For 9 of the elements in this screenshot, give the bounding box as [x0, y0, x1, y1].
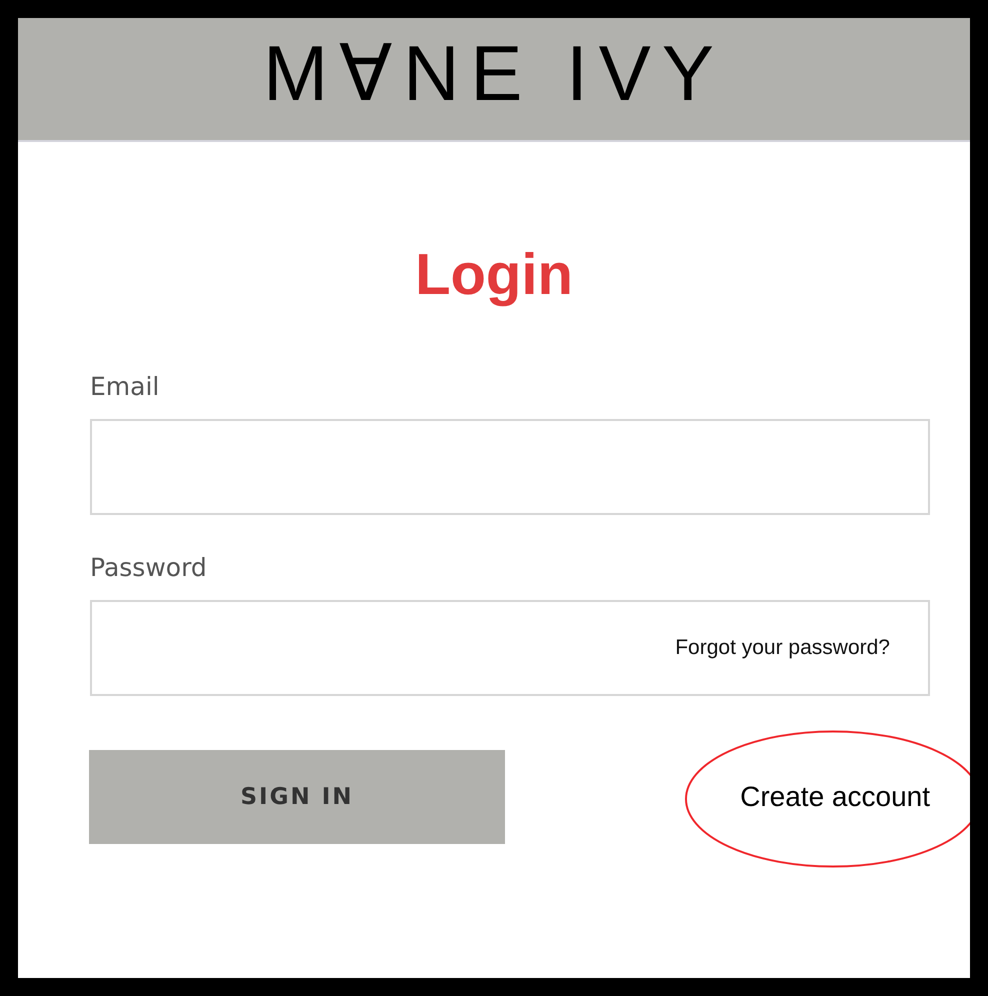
- field-label: Password: [90, 553, 207, 582]
- forgot-password-link[interactable]: Forgot your password?: [675, 636, 890, 660]
- input-field[interactable]: Forgot your password?: [90, 600, 930, 696]
- input-field[interactable]: [90, 419, 930, 515]
- logo[interactable]: M∀NE IVY: [263, 34, 725, 112]
- field-label: Email: [90, 372, 160, 401]
- create-account-link[interactable]: Create account: [740, 781, 930, 812]
- page-title: Login: [414, 246, 574, 304]
- sign-in-button[interactable]: SIGN IN: [89, 750, 505, 844]
